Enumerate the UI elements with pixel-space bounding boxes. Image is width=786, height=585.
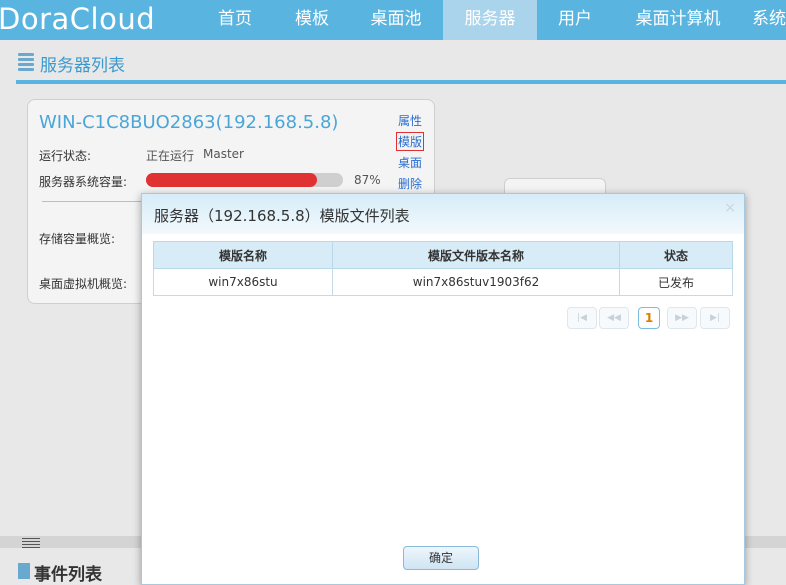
close-icon[interactable]: × xyxy=(724,200,736,216)
column-header-status[interactable]: 状态 xyxy=(619,241,733,269)
capacity-percent: 87% xyxy=(354,173,381,187)
first-page-button[interactable]: |◀ xyxy=(567,307,597,329)
next-page-button[interactable]: ▶▶ xyxy=(667,307,697,329)
last-page-button[interactable]: ▶| xyxy=(700,307,730,329)
nav-item-servers[interactable]: 服务器 xyxy=(443,0,537,40)
nav-item-home[interactable]: 首页 xyxy=(205,0,265,40)
header-divider xyxy=(16,80,786,84)
top-nav-bar: DoraCloud 首页 模板 桌面池 服务器 用户 桌面计算机 系统 xyxy=(0,0,786,40)
event-list-title: 事件列表 xyxy=(34,565,102,585)
capacity-progress-bar xyxy=(146,173,343,187)
confirm-button[interactable]: 确定 xyxy=(403,546,479,570)
delete-link[interactable]: 删除 xyxy=(398,175,422,192)
template-files-table: 模版名称 模版文件版本名称 状态 win7x86stu win7x86stuv1… xyxy=(153,241,733,296)
status-value: 正在运行 xyxy=(146,149,195,163)
dialog-title: 服务器（192.168.5.8）模版文件列表 xyxy=(154,207,410,225)
app-logo[interactable]: DoraCloud xyxy=(0,0,155,40)
templates-link[interactable]: 模版 xyxy=(396,132,425,151)
menu-icon[interactable] xyxy=(22,538,40,548)
server-list-icon xyxy=(18,53,34,71)
cell-version-name: win7x86stuv1903f62 xyxy=(332,268,620,296)
cell-template-name: win7x86stu xyxy=(153,268,333,296)
desktops-link[interactable]: 桌面 xyxy=(398,154,422,171)
nav-item-desktop-computers[interactable]: 桌面计算机 xyxy=(622,0,734,40)
cell-status: 已发布 xyxy=(619,268,733,296)
status-role: Master xyxy=(203,147,244,161)
event-list-icon xyxy=(18,563,30,579)
page-title: 服务器列表 xyxy=(40,56,125,76)
nav-item-desktop-pool[interactable]: 桌面池 xyxy=(360,0,432,40)
column-header-version-name[interactable]: 模版文件版本名称 xyxy=(332,241,620,269)
column-header-template-name[interactable]: 模版名称 xyxy=(153,241,333,269)
capacity-progress-fill xyxy=(146,173,318,187)
server-name[interactable]: WIN-C1C8BUO2863(192.168.5.8) xyxy=(39,112,338,133)
page-number-button[interactable]: 1 xyxy=(638,307,660,329)
table-row[interactable]: win7x86stu win7x86stuv1903f62 已发布 xyxy=(153,268,733,296)
status-label: 运行状态: xyxy=(39,149,92,163)
dialog-header[interactable]: 服务器（192.168.5.8）模版文件列表 × xyxy=(142,194,744,234)
nav-item-system[interactable]: 系统 xyxy=(752,0,786,40)
vm-label: 桌面虚拟机概览: xyxy=(39,277,128,291)
capacity-label: 服务器系统容量: xyxy=(39,175,128,189)
nav-item-templates[interactable]: 模板 xyxy=(282,0,342,40)
storage-label: 存储容量概览: xyxy=(39,232,116,246)
template-files-dialog: 服务器（192.168.5.8）模版文件列表 × 模版名称 模版文件版本名称 状… xyxy=(141,193,745,585)
properties-link[interactable]: 属性 xyxy=(398,112,422,129)
prev-page-button[interactable]: ◀◀ xyxy=(599,307,629,329)
nav-item-users[interactable]: 用户 xyxy=(545,0,605,40)
